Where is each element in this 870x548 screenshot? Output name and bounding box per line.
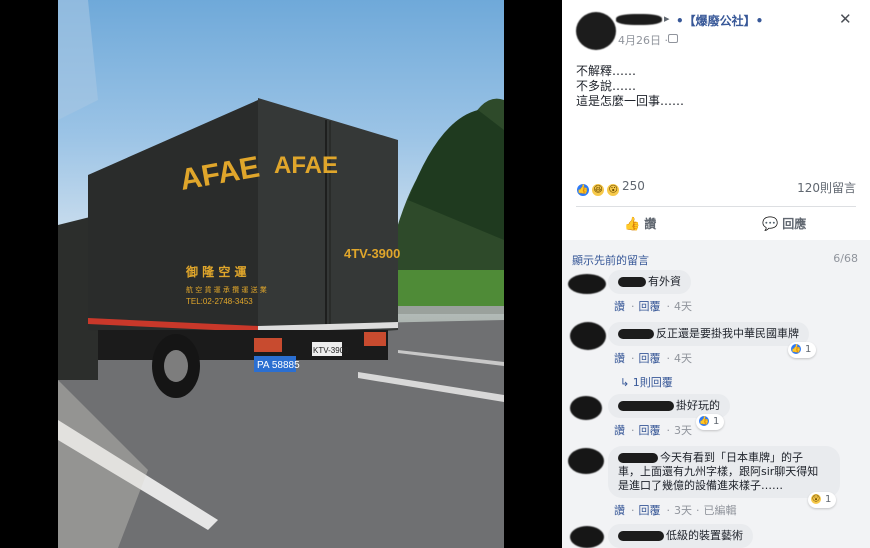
arrow-right-icon: ▸ [664, 12, 670, 25]
privacy-icon[interactable] [668, 34, 678, 43]
truck-rear-plate-small: KTV-3900 [313, 346, 349, 355]
author-name[interactable] [616, 14, 662, 25]
like-icon: 👍 [576, 182, 590, 197]
comment-time[interactable]: 4天 [674, 300, 692, 313]
haha-icon: 😆 [591, 182, 606, 197]
comment-text: 掛好玩的 [676, 399, 720, 412]
comment-time[interactable]: 3天 [674, 424, 692, 437]
like-icon: 👍 [790, 343, 802, 355]
comment-button[interactable]: 💬 回應 [762, 215, 806, 232]
truck-side-text-2: 航 空 貨 運 承 攬 運 送 業 [186, 285, 267, 294]
comment-text-line: 是進口了幾億的設備進來樣子…… [618, 479, 783, 492]
comment-like-link[interactable]: 讚 [614, 504, 625, 517]
comment-reaction-count: 1 [825, 494, 832, 505]
comment-text: 反正還是要掛我中華民國車牌 [656, 327, 799, 340]
commenter-name[interactable] [618, 401, 674, 411]
view-replies-link[interactable]: ↳ 1則回覆 [620, 374, 673, 390]
post-timestamp[interactable]: 4月26日 · [618, 32, 668, 48]
reply-count: 1則回覆 [632, 376, 673, 389]
comment-bubble: 低級的裝置藝術 [608, 524, 753, 548]
author-avatar[interactable] [576, 12, 616, 50]
commenter-name[interactable] [618, 453, 658, 463]
post-header: ▸ •【爆廢公社】• 4月26日 · ✕ [562, 0, 870, 56]
previous-comments-link[interactable]: 顯示先前的留言 [572, 252, 649, 268]
comment-meta: 讚 · 回覆 · 3天 [614, 424, 692, 437]
post-action-bar: 👍 讚 💬 回應 [576, 206, 856, 238]
comment-reaction-count: 1 [805, 344, 812, 355]
comment-reactions[interactable]: 👍 1 [696, 414, 725, 430]
avatar[interactable] [570, 322, 606, 350]
comment-button-label: 回應 [782, 217, 807, 231]
comment-reactions[interactable]: 😮 1 [808, 492, 837, 508]
comment-reply-link[interactable]: 回覆 [639, 300, 661, 313]
commenter-name[interactable] [618, 277, 646, 287]
post-line: 不多說…… [576, 79, 637, 93]
truck-tail-plate: PA 58885 [257, 360, 300, 371]
truck-photo-graphic: AFAE AFAE 御 隆 空 運 航 空 貨 運 承 攬 運 送 業 TEL:… [58, 0, 504, 548]
reaction-icons[interactable]: 👍 😆 😮 [576, 179, 621, 198]
comments-section: 顯示先前的留言 6/68 有外資 讚 · 回覆 · 4天 反正還是要掛我中華民國車牌 👍… [562, 240, 870, 548]
avatar[interactable] [568, 448, 604, 474]
comment-reply-link[interactable]: 回覆 [639, 424, 661, 437]
post-line: 不解釋…… [576, 64, 637, 78]
comment-reactions[interactable]: 👍 1 [788, 342, 817, 358]
comment-text-line: 車，上面還有九州字樣，跟阿sir聊天得知 [618, 465, 819, 478]
reactions-summary[interactable]: 👍 😆 😮 250 120則留言 [576, 178, 856, 198]
post-photo[interactable]: AFAE AFAE 御 隆 空 運 航 空 貨 運 承 攬 運 送 業 TEL:… [58, 0, 504, 548]
close-icon[interactable]: ✕ [839, 10, 852, 28]
comment-text-line: 今天有看到「日本車牌」的子 [660, 451, 803, 464]
comment-time[interactable]: 3天 [674, 504, 692, 517]
edited-label[interactable]: 已編輯 [704, 504, 737, 517]
avatar[interactable] [570, 526, 604, 548]
comment-like-link[interactable]: 讚 [614, 300, 625, 313]
truck-side-text-1: 御 隆 空 運 [185, 264, 247, 279]
comment-reply-link[interactable]: 回覆 [639, 504, 661, 517]
thumbs-up-icon: 👍 [624, 217, 641, 232]
comment-like-link[interactable]: 讚 [614, 424, 625, 437]
comment-reaction-count: 1 [713, 416, 720, 427]
comment-like-link[interactable]: 讚 [614, 352, 625, 365]
reply-arrow-icon: ↳ [620, 376, 633, 389]
comment-meta: 讚 · 回覆 · 3天 · 已編輯 [614, 504, 737, 517]
comment-meta: 讚 · 回覆 · 4天 [614, 352, 692, 365]
commenter-name[interactable] [618, 531, 664, 541]
truck-side-text-3: TEL:02-2748-3453 [186, 297, 253, 306]
wow-icon: 😮 [606, 182, 621, 197]
photo-viewer: AFAE AFAE 御 隆 空 運 航 空 貨 運 承 攬 運 送 業 TEL:… [0, 0, 562, 548]
like-icon: 👍 [698, 415, 710, 427]
truck-brand-door: AFAE [274, 152, 338, 179]
wow-icon: 😮 [810, 493, 822, 505]
comment-bubble: 今天有看到「日本車牌」的子 車，上面還有九州字樣，跟阿sir聊天得知 是進口了幾… [608, 446, 840, 498]
like-button-label: 讚 [644, 217, 657, 231]
post-side-panel: ▸ •【爆廢公社】• 4月26日 · ✕ 不解釋…… 不多說…… 這是怎麼一回事… [562, 0, 870, 548]
comment-meta: 讚 · 回覆 · 4天 [614, 300, 692, 313]
avatar[interactable] [570, 396, 602, 420]
like-button[interactable]: 👍 讚 [624, 215, 656, 232]
comment-page-indicator: 6/68 [833, 252, 858, 265]
reaction-count[interactable]: 250 [622, 179, 645, 193]
comment-bubble: 反正還是要掛我中華民國車牌 [608, 322, 809, 346]
comment-count[interactable]: 120則留言 [797, 179, 856, 196]
comment-text: 有外資 [648, 275, 681, 288]
commenter-name[interactable] [618, 329, 654, 339]
truck-rear-plate-large: 4TV-3900 [344, 246, 400, 261]
post-line: 這是怎麼一回事…… [576, 94, 685, 108]
comment-reply-link[interactable]: 回覆 [639, 352, 661, 365]
comment-time[interactable]: 4天 [674, 352, 692, 365]
group-name-link[interactable]: •【爆廢公社】• [676, 12, 763, 29]
comment-icon: 💬 [762, 217, 779, 232]
comment-text: 低級的裝置藝術 [666, 529, 743, 542]
avatar[interactable] [568, 274, 606, 294]
comment-bubble: 有外資 [608, 270, 691, 294]
post-text: 不解釋…… 不多說…… 這是怎麼一回事…… [576, 64, 684, 109]
